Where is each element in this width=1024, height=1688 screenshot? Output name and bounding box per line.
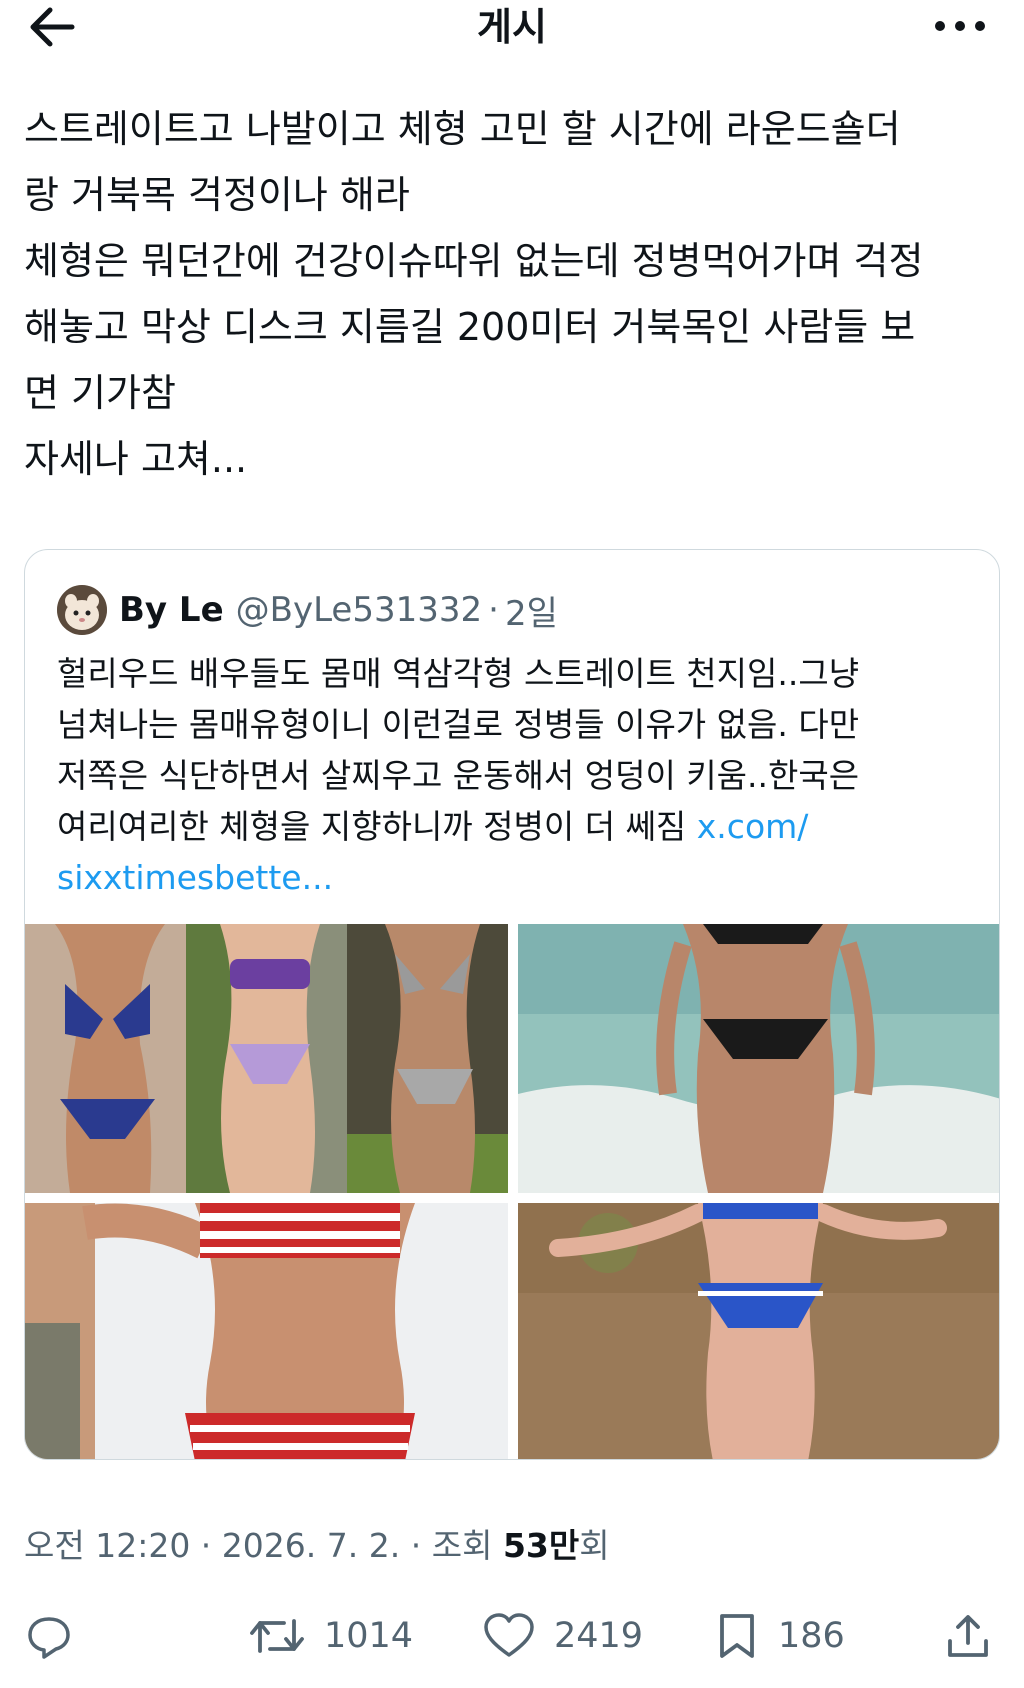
meta-separator: · — [400, 1526, 432, 1565]
photo-collage-top-left[interactable] — [25, 924, 508, 1193]
more-horizontal-icon — [935, 21, 985, 31]
action-bar: 1014 2419 186 — [0, 1604, 1024, 1668]
bookmark-button[interactable]: 186 — [714, 1604, 845, 1668]
share-icon — [948, 1615, 988, 1657]
reply-icon — [28, 1617, 70, 1659]
quoted-author-handle[interactable]: @ByLe531332 — [236, 590, 483, 630]
post-text-line: 자세나 고쳐... — [24, 437, 248, 481]
views-label: 조회 — [431, 1526, 503, 1565]
avatar[interactable] — [57, 585, 107, 635]
post-text: 스트레이트고 나발이고 체형 고민 할 시간에 라운드숄더 랑 거북목 걱정이나… — [24, 96, 1004, 492]
quoted-link[interactable]: x.com/ — [697, 807, 809, 846]
quoted-text-line: 여리여리한 체형을 지향하니까 정병이 더 쎄짐 x.com/ — [57, 801, 977, 852]
views-suffix: 회 — [579, 1526, 610, 1565]
media-grid — [25, 924, 999, 1459]
quoted-author-name[interactable]: By Le — [119, 590, 224, 630]
reply-button[interactable] — [24, 1604, 74, 1668]
separator-dot: · — [488, 590, 499, 630]
quoted-post-time[interactable]: 2일 — [505, 586, 558, 635]
views-count[interactable]: 53만 — [503, 1526, 579, 1565]
photo-beach-top-right[interactable] — [518, 924, 999, 1193]
top-bar: 게시 — [0, 0, 1024, 60]
more-button[interactable] — [930, 8, 990, 44]
post-text-line: 랑 거북목 걱정이나 해라 — [24, 173, 410, 217]
post-meta: 오전 12:20 · 2026. 7. 2. · 조회 53만회 — [24, 1524, 610, 1568]
retweet-count: 1014 — [324, 1616, 414, 1656]
retweet-icon — [250, 1619, 304, 1653]
photo-blue-bikini-bottom-right[interactable] — [518, 1203, 999, 1459]
post-time: 오전 12:20 — [24, 1526, 191, 1565]
retweet-button[interactable]: 1014 — [248, 1604, 413, 1668]
quoted-text-line-content: 여리여리한 체형을 지향하니까 정병이 더 쎄짐 — [57, 807, 697, 846]
post-date: 2026. 7. 2. — [221, 1526, 401, 1565]
quoted-post-card[interactable]: By Le @ByLe531332 · 2일 헐리우드 배우들도 몸매 역삼각형… — [24, 549, 1000, 1460]
quoted-text-line: 넘쳐나는 몸매유형이니 이런걸로 정병들 이유가 없음. 다만 — [57, 705, 860, 744]
bookmark-count: 186 — [778, 1616, 845, 1656]
post-text-line: 면 기가참 — [24, 371, 176, 415]
quoted-link-continued[interactable]: sixxtimesbette... — [57, 858, 333, 897]
like-count: 2419 — [554, 1616, 644, 1656]
page-title: 게시 — [477, 5, 547, 49]
share-button[interactable] — [944, 1604, 992, 1668]
quoted-text-line: 저쪽은 식단하면서 살찌우고 운동해서 엉덩이 키움..한국은 — [57, 756, 860, 795]
post-text-line: 해놓고 막상 디스크 지름길 200미터 거북목인 사람들 보 — [24, 305, 916, 349]
post-text-line: 스트레이트고 나발이고 체형 고민 할 시간에 라운드숄더 — [24, 107, 901, 151]
photo-striped-bikini-bottom-left[interactable] — [25, 1203, 508, 1459]
like-button[interactable]: 2419 — [482, 1604, 643, 1668]
meta-separator: · — [190, 1526, 222, 1565]
quoted-text-line: 헐리우드 배우들도 몸매 역삼각형 스트레이트 천지임..그냥 — [57, 654, 860, 693]
quoted-post-text: 헐리우드 배우들도 몸매 역삼각형 스트레이트 천지임..그냥 넘쳐나는 몸매유… — [57, 648, 977, 903]
bookmark-icon — [720, 1614, 754, 1658]
post-text-line: 체형은 뭐던간에 건강이슈따위 없는데 정병먹어가며 걱정 — [24, 239, 924, 283]
avatar-image — [57, 585, 107, 635]
quoted-text-line: sixxtimesbette... — [57, 852, 977, 903]
quoted-post-header: By Le @ByLe531332 · 2일 — [57, 584, 558, 636]
heart-icon — [484, 1613, 534, 1657]
